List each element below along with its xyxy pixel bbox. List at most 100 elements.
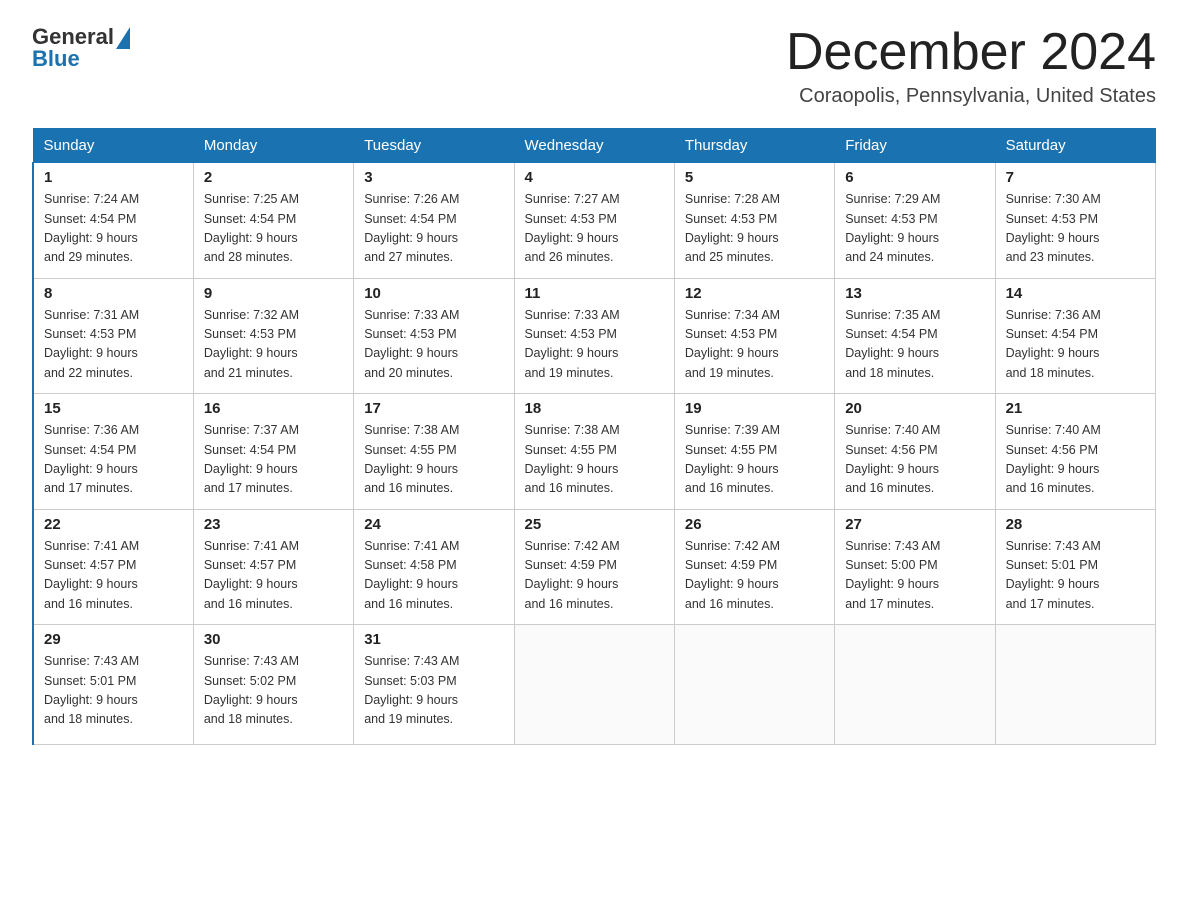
day-info: Sunrise: 7:40 AM Sunset: 4:56 PM Dayligh… xyxy=(1006,421,1145,499)
table-row xyxy=(995,625,1155,745)
logo: General Blue xyxy=(32,24,130,72)
day-number: 18 xyxy=(525,400,664,417)
day-info: Sunrise: 7:32 AM Sunset: 4:53 PM Dayligh… xyxy=(204,306,343,384)
day-number: 23 xyxy=(204,516,343,533)
table-row: 6 Sunrise: 7:29 AM Sunset: 4:53 PM Dayli… xyxy=(835,163,995,279)
day-number: 1 xyxy=(44,169,183,186)
table-row xyxy=(674,625,834,745)
day-number: 27 xyxy=(845,516,984,533)
logo-blue-text: Blue xyxy=(32,46,80,72)
table-row: 23 Sunrise: 7:41 AM Sunset: 4:57 PM Dayl… xyxy=(193,509,353,625)
table-row: 3 Sunrise: 7:26 AM Sunset: 4:54 PM Dayli… xyxy=(354,163,514,279)
table-row: 25 Sunrise: 7:42 AM Sunset: 4:59 PM Dayl… xyxy=(514,509,674,625)
table-row: 17 Sunrise: 7:38 AM Sunset: 4:55 PM Dayl… xyxy=(354,394,514,510)
col-monday: Monday xyxy=(193,129,353,163)
day-info: Sunrise: 7:43 AM Sunset: 5:01 PM Dayligh… xyxy=(1006,537,1145,615)
day-number: 11 xyxy=(525,285,664,302)
table-row: 13 Sunrise: 7:35 AM Sunset: 4:54 PM Dayl… xyxy=(835,278,995,394)
day-info: Sunrise: 7:36 AM Sunset: 4:54 PM Dayligh… xyxy=(44,421,183,499)
table-row: 9 Sunrise: 7:32 AM Sunset: 4:53 PM Dayli… xyxy=(193,278,353,394)
day-number: 17 xyxy=(364,400,503,417)
day-number: 25 xyxy=(525,516,664,533)
day-number: 24 xyxy=(364,516,503,533)
day-info: Sunrise: 7:26 AM Sunset: 4:54 PM Dayligh… xyxy=(364,190,503,268)
table-row: 29 Sunrise: 7:43 AM Sunset: 5:01 PM Dayl… xyxy=(33,625,193,745)
day-number: 26 xyxy=(685,516,824,533)
col-wednesday: Wednesday xyxy=(514,129,674,163)
day-number: 7 xyxy=(1006,169,1145,186)
day-info: Sunrise: 7:38 AM Sunset: 4:55 PM Dayligh… xyxy=(364,421,503,499)
day-number: 5 xyxy=(685,169,824,186)
table-row: 1 Sunrise: 7:24 AM Sunset: 4:54 PM Dayli… xyxy=(33,163,193,279)
table-row: 10 Sunrise: 7:33 AM Sunset: 4:53 PM Dayl… xyxy=(354,278,514,394)
day-info: Sunrise: 7:36 AM Sunset: 4:54 PM Dayligh… xyxy=(1006,306,1145,384)
day-info: Sunrise: 7:43 AM Sunset: 5:02 PM Dayligh… xyxy=(204,652,343,730)
table-row: 16 Sunrise: 7:37 AM Sunset: 4:54 PM Dayl… xyxy=(193,394,353,510)
calendar-header-row: Sunday Monday Tuesday Wednesday Thursday… xyxy=(33,129,1156,163)
table-row: 22 Sunrise: 7:41 AM Sunset: 4:57 PM Dayl… xyxy=(33,509,193,625)
day-info: Sunrise: 7:43 AM Sunset: 5:01 PM Dayligh… xyxy=(44,652,183,730)
day-info: Sunrise: 7:38 AM Sunset: 4:55 PM Dayligh… xyxy=(525,421,664,499)
day-number: 3 xyxy=(364,169,503,186)
day-info: Sunrise: 7:43 AM Sunset: 5:03 PM Dayligh… xyxy=(364,652,503,730)
day-info: Sunrise: 7:29 AM Sunset: 4:53 PM Dayligh… xyxy=(845,190,984,268)
day-info: Sunrise: 7:40 AM Sunset: 4:56 PM Dayligh… xyxy=(845,421,984,499)
day-number: 13 xyxy=(845,285,984,302)
day-number: 21 xyxy=(1006,400,1145,417)
day-number: 31 xyxy=(364,631,503,648)
day-info: Sunrise: 7:33 AM Sunset: 4:53 PM Dayligh… xyxy=(364,306,503,384)
table-row: 20 Sunrise: 7:40 AM Sunset: 4:56 PM Dayl… xyxy=(835,394,995,510)
table-row: 18 Sunrise: 7:38 AM Sunset: 4:55 PM Dayl… xyxy=(514,394,674,510)
day-number: 19 xyxy=(685,400,824,417)
table-row: 14 Sunrise: 7:36 AM Sunset: 4:54 PM Dayl… xyxy=(995,278,1155,394)
day-info: Sunrise: 7:28 AM Sunset: 4:53 PM Dayligh… xyxy=(685,190,824,268)
day-number: 30 xyxy=(204,631,343,648)
day-info: Sunrise: 7:25 AM Sunset: 4:54 PM Dayligh… xyxy=(204,190,343,268)
day-number: 4 xyxy=(525,169,664,186)
table-row: 2 Sunrise: 7:25 AM Sunset: 4:54 PM Dayli… xyxy=(193,163,353,279)
day-info: Sunrise: 7:33 AM Sunset: 4:53 PM Dayligh… xyxy=(525,306,664,384)
day-info: Sunrise: 7:30 AM Sunset: 4:53 PM Dayligh… xyxy=(1006,190,1145,268)
day-info: Sunrise: 7:42 AM Sunset: 4:59 PM Dayligh… xyxy=(525,537,664,615)
table-row: 4 Sunrise: 7:27 AM Sunset: 4:53 PM Dayli… xyxy=(514,163,674,279)
table-row: 27 Sunrise: 7:43 AM Sunset: 5:00 PM Dayl… xyxy=(835,509,995,625)
col-sunday: Sunday xyxy=(33,129,193,163)
day-number: 22 xyxy=(44,516,183,533)
table-row: 12 Sunrise: 7:34 AM Sunset: 4:53 PM Dayl… xyxy=(674,278,834,394)
day-info: Sunrise: 7:41 AM Sunset: 4:58 PM Dayligh… xyxy=(364,537,503,615)
day-number: 14 xyxy=(1006,285,1145,302)
month-title: December 2024 xyxy=(786,24,1156,81)
day-info: Sunrise: 7:24 AM Sunset: 4:54 PM Dayligh… xyxy=(44,190,183,268)
title-section: December 2024 Coraopolis, Pennsylvania, … xyxy=(786,24,1156,108)
day-number: 28 xyxy=(1006,516,1145,533)
col-saturday: Saturday xyxy=(995,129,1155,163)
day-info: Sunrise: 7:31 AM Sunset: 4:53 PM Dayligh… xyxy=(44,306,183,384)
table-row: 15 Sunrise: 7:36 AM Sunset: 4:54 PM Dayl… xyxy=(33,394,193,510)
day-number: 6 xyxy=(845,169,984,186)
col-tuesday: Tuesday xyxy=(354,129,514,163)
day-info: Sunrise: 7:42 AM Sunset: 4:59 PM Dayligh… xyxy=(685,537,824,615)
table-row: 31 Sunrise: 7:43 AM Sunset: 5:03 PM Dayl… xyxy=(354,625,514,745)
day-number: 29 xyxy=(44,631,183,648)
day-number: 16 xyxy=(204,400,343,417)
day-info: Sunrise: 7:35 AM Sunset: 4:54 PM Dayligh… xyxy=(845,306,984,384)
table-row: 28 Sunrise: 7:43 AM Sunset: 5:01 PM Dayl… xyxy=(995,509,1155,625)
col-friday: Friday xyxy=(835,129,995,163)
day-number: 2 xyxy=(204,169,343,186)
table-row: 26 Sunrise: 7:42 AM Sunset: 4:59 PM Dayl… xyxy=(674,509,834,625)
day-number: 8 xyxy=(44,285,183,302)
table-row: 30 Sunrise: 7:43 AM Sunset: 5:02 PM Dayl… xyxy=(193,625,353,745)
day-info: Sunrise: 7:39 AM Sunset: 4:55 PM Dayligh… xyxy=(685,421,824,499)
day-number: 9 xyxy=(204,285,343,302)
day-number: 10 xyxy=(364,285,503,302)
table-row: 7 Sunrise: 7:30 AM Sunset: 4:53 PM Dayli… xyxy=(995,163,1155,279)
location-subtitle: Coraopolis, Pennsylvania, United States xyxy=(786,85,1156,108)
day-number: 20 xyxy=(845,400,984,417)
day-info: Sunrise: 7:37 AM Sunset: 4:54 PM Dayligh… xyxy=(204,421,343,499)
day-info: Sunrise: 7:34 AM Sunset: 4:53 PM Dayligh… xyxy=(685,306,824,384)
day-info: Sunrise: 7:43 AM Sunset: 5:00 PM Dayligh… xyxy=(845,537,984,615)
table-row: 19 Sunrise: 7:39 AM Sunset: 4:55 PM Dayl… xyxy=(674,394,834,510)
table-row: 24 Sunrise: 7:41 AM Sunset: 4:58 PM Dayl… xyxy=(354,509,514,625)
logo-triangle-icon xyxy=(116,27,130,49)
calendar-table: Sunday Monday Tuesday Wednesday Thursday… xyxy=(32,128,1156,745)
